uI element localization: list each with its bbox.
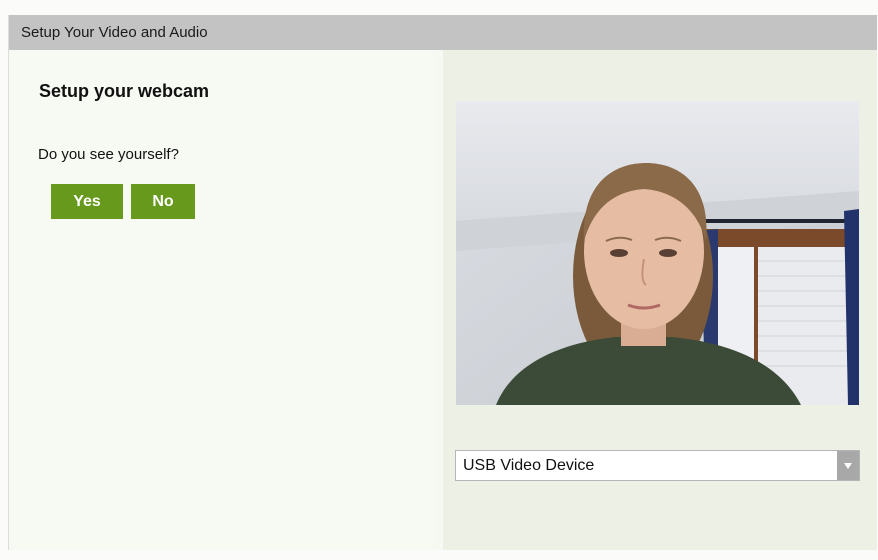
webcam-question: Do you see yourself? — [38, 146, 179, 163]
webcam-feed-image — [456, 101, 859, 405]
yes-button[interactable]: Yes — [51, 184, 123, 219]
dialog-title: Setup Your Video and Audio — [21, 24, 208, 41]
webcam-heading: Setup your webcam — [39, 81, 210, 101]
video-device-select[interactable]: USB Video Device — [455, 450, 860, 481]
webcam-video-preview — [456, 101, 859, 405]
chevron-down-icon[interactable] — [837, 451, 859, 480]
no-button[interactable]: No — [131, 184, 195, 219]
video-device-value: USB Video Device — [463, 456, 595, 474]
webcam-instructions-panel: Setup your webcam Do you see yourself? Y… — [9, 50, 434, 550]
dialog-titlebar: Setup Your Video and Audio — [9, 15, 877, 50]
